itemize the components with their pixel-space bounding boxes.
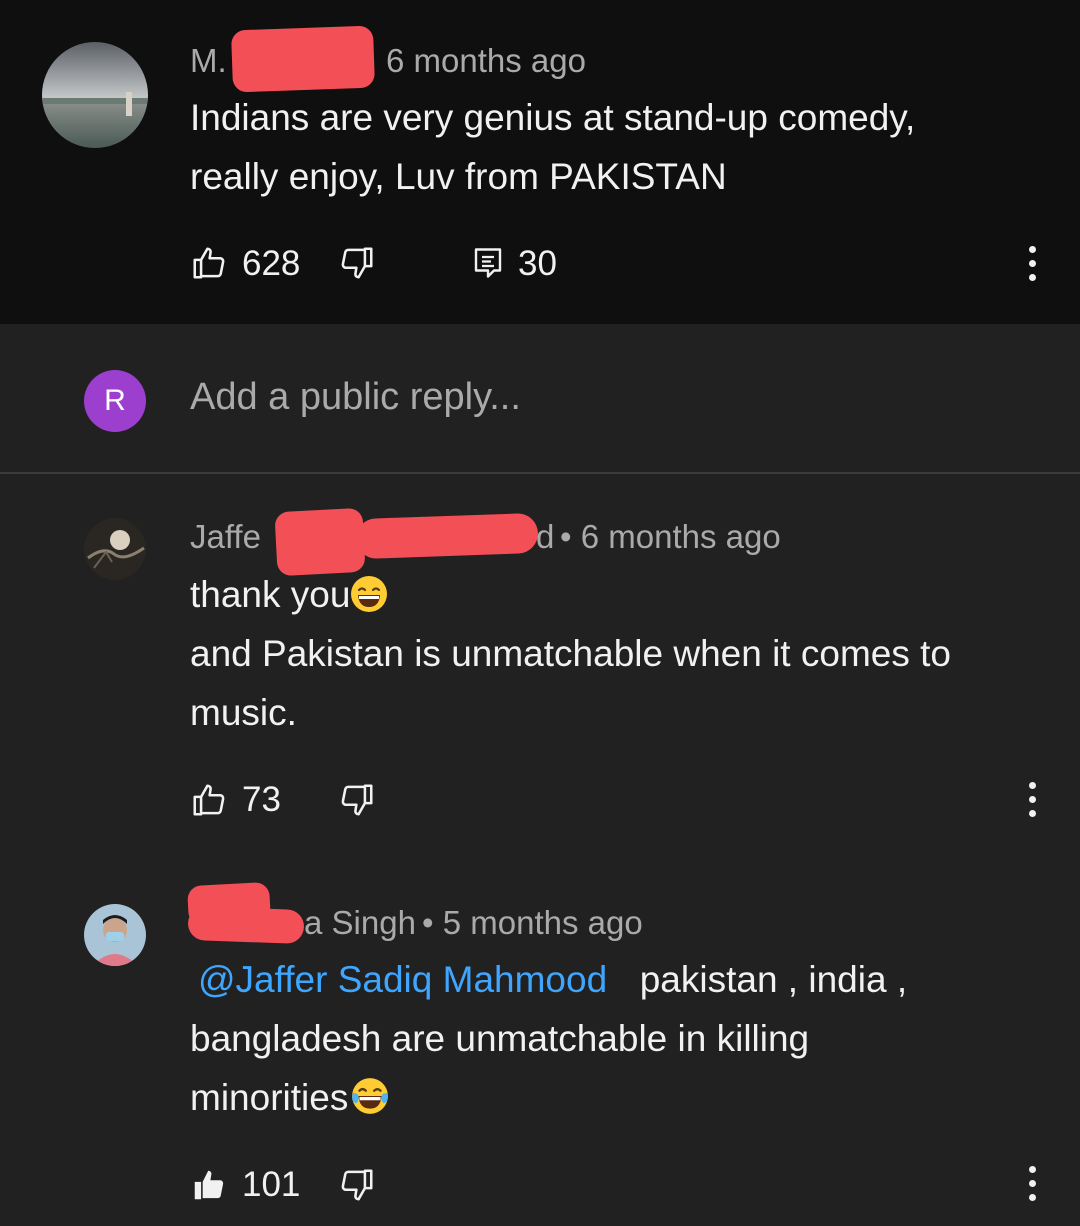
comment-time: 6 months ago [386,42,586,79]
avatar[interactable] [42,42,148,148]
like-count: 101 [242,1165,301,1204]
mention-link[interactable]: @Jaffer Sadiq Mahmood [198,959,607,1000]
like-count: 73 [242,780,281,819]
author-name[interactable]: a Singh [304,904,416,942]
reply-count[interactable]: 30 [518,240,557,288]
comment-reply-icon[interactable] [470,244,506,282]
avatar[interactable] [84,518,146,580]
comment-text-line: really enjoy, Luv from PAKISTAN [190,156,727,197]
thumbs-down-icon[interactable] [338,244,376,282]
more-vert-icon[interactable] [1028,1166,1036,1201]
comment-time: • 5 months ago [422,904,643,941]
more-vert-icon[interactable] [1028,246,1036,281]
thumbs-up-icon[interactable] [190,1166,228,1204]
avatar-letter: R [104,384,126,417]
like-count: 628 [242,244,301,283]
comment-time: • 6 months ago [560,518,781,555]
reply-bar: R [0,324,1080,472]
reply-input[interactable]: Add a public reply... [190,376,521,419]
comment-text-line: thank you [190,565,388,624]
comment-text-line: @Jaffer Sadiq Mahmood pakistan , india , [198,950,907,1009]
comment-text-line: music. [190,692,297,733]
thumbs-down-icon[interactable] [338,1166,376,1204]
comment-text-line: bangladesh are unmatchable in killing [190,1018,810,1059]
redaction [355,512,539,560]
comment-text: thank you [190,574,351,615]
divider [0,472,1080,474]
comment-text-line: minorities [190,1068,392,1127]
redaction [187,905,305,945]
author-name[interactable]: Jaffe [190,518,261,556]
redaction [230,25,376,93]
comment-text: minorities [190,1077,349,1118]
comment-text: pakistan , india , [639,959,908,1000]
tears-of-joy-emoji-icon [352,1078,389,1114]
thumbs-up-icon[interactable] [190,781,228,819]
grinning-emoji-icon [351,576,388,612]
comment-text-line: Indians are very genius at stand-up come… [190,97,916,138]
comment-text-line: and Pakistan is unmatchable when it come… [190,633,951,674]
avatar[interactable] [84,904,146,966]
author-name-suffix: d [536,518,555,555]
more-vert-icon[interactable] [1028,782,1036,817]
top-comment: M. 6 months ago Indians are very genius … [0,0,1080,324]
thumbs-down-icon[interactable] [338,781,376,819]
comment-meta: M. [190,42,227,80]
thumbs-up-icon[interactable] [190,244,228,282]
avatar: R [84,370,146,432]
author-name[interactable]: M. [190,42,227,79]
